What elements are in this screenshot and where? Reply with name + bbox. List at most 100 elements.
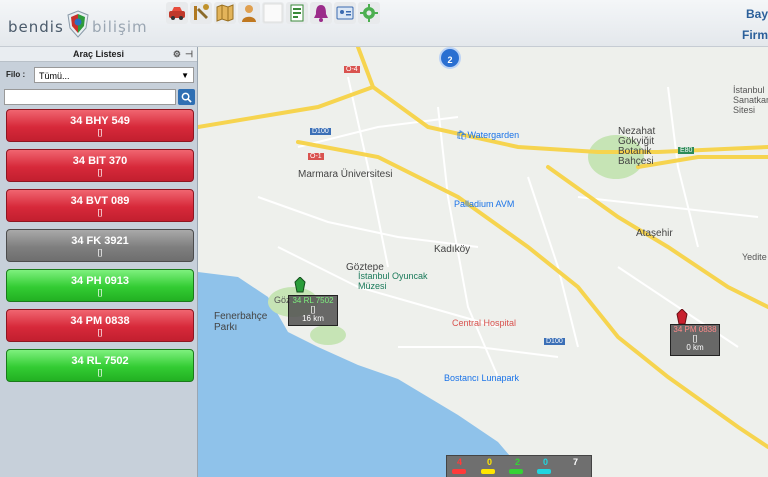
vehicle-plate: 34 FK 3921 (71, 235, 129, 247)
fleet-filter: Filo : Tümü... ▼ (4, 67, 194, 83)
blank-button[interactable] (262, 2, 284, 24)
map-label: İstanbul Sanatkarlar Sitesi (733, 85, 768, 115)
map-label: Ataşehir (636, 228, 673, 239)
map-view[interactable]: Marmara Üniversitesi Kadıköy Göztepe Ata… (198, 47, 768, 477)
green-car-icon (509, 469, 523, 474)
app-header: bendis bilişim Bay Firm (0, 0, 768, 47)
vehicles-button[interactable] (166, 2, 188, 24)
poi-bostanci-lunapark[interactable]: Bostancı Lunapark (444, 373, 519, 383)
vehicle-item[interactable]: 34 PM 0838[] (6, 309, 194, 342)
report-icon (290, 4, 304, 22)
legend-count-yellow: 0 (487, 457, 493, 467)
vehicle-info-box[interactable]: 34 RL 7502 [] 16 km (288, 295, 338, 326)
vehicle-sub: [] (97, 328, 103, 337)
cyan-car-icon (537, 469, 551, 474)
map-base (198, 47, 768, 477)
map-label: Fenerbahçe Parkı (214, 311, 268, 333)
status-legend: 4 0 2 0 7 (446, 455, 592, 477)
yellow-car-icon (481, 469, 495, 474)
red-car-icon (452, 469, 466, 474)
vehicle-sub: [] (97, 368, 103, 377)
vehicle-info-box[interactable]: 34 PM 0838 [] 0 km (670, 324, 720, 356)
vehicle-plate: 34 BVT 089 (70, 195, 130, 207)
map-label: Marmara Üniversitesi (298, 169, 393, 180)
alarms-button[interactable] (310, 2, 332, 24)
tools-icon (194, 4, 209, 20)
vehicle-search (4, 89, 195, 105)
vehicle-item[interactable]: 34 BIT 370[] (6, 149, 194, 182)
vehicle-sub: [] (97, 128, 103, 137)
vehicle-plate: 34 PH 0913 (70, 275, 130, 287)
vehicle-box-sub: [] (692, 334, 698, 343)
legend-count-cyan: 0 (543, 457, 549, 467)
bendis-logo[interactable]: bendis bilişim (8, 8, 158, 40)
vehicle-list-panel: Araç Listesi ⚙ ⊣ Filo : Tümü... ▼ 34 BHY… (0, 47, 198, 477)
main-toolbar (166, 2, 380, 24)
vehicle-sub: [] (97, 248, 103, 257)
header-user-text: Bay (745, 7, 768, 21)
vehicle-item[interactable]: 34 FK 3921[] (6, 229, 194, 262)
map-label: Nezahat Gökyiğit Botanik Bahçesi (618, 126, 656, 167)
vehicle-cluster-marker[interactable]: 2 (439, 47, 461, 69)
fleet-selected-value: Tümü... (39, 71, 70, 81)
panel-pin-icon[interactable]: ⊣ (185, 47, 193, 61)
road-shield: D100 (310, 128, 331, 135)
vehicle-sub: [] (97, 208, 103, 217)
drivers-button[interactable] (238, 2, 260, 24)
legend-count-green: 2 (515, 457, 521, 467)
poi-watergarden[interactable]: 🛍Watergarden (456, 130, 519, 141)
road-o1 (198, 85, 375, 129)
cards-button[interactable] (334, 2, 356, 24)
shopping-icon: 🛍 (456, 130, 468, 140)
poi-oyuncak-muzesi[interactable]: İstanbul Oyuncak Müzesi (358, 271, 438, 291)
vehicle-list: 34 BHY 549[] 34 BIT 370[] 34 BVT 089[] 3… (6, 109, 194, 389)
driver-icon (242, 5, 256, 22)
logo-text-left: bendis (8, 18, 64, 36)
road-shield: O-4 (344, 66, 360, 73)
vehicle-item[interactable]: 34 BHY 549[] (6, 109, 194, 142)
settings-button[interactable] (358, 2, 380, 24)
search-icon (181, 92, 192, 103)
search-input[interactable] (4, 89, 176, 105)
poi-central-hospital[interactable]: Central Hospital (452, 318, 516, 328)
alarm-bell-icon (314, 5, 328, 22)
vehicle-item[interactable]: 34 PH 0913[] (6, 269, 194, 302)
vehicle-plate: 34 RL 7502 (71, 355, 129, 367)
vehicle-sub: [] (97, 288, 103, 297)
vehicle-box-plate: 34 PM 0838 (673, 325, 717, 334)
chevron-down-icon: ▼ (181, 71, 189, 80)
header-firm-text: Firm (741, 28, 768, 42)
vehicle-item[interactable]: 34 RL 7502[] (6, 349, 194, 382)
maintenance-button[interactable] (190, 2, 212, 24)
road-o4 (356, 47, 768, 154)
car-marker-icon[interactable] (294, 277, 306, 293)
vehicle-plate: 34 BHY 549 (70, 115, 130, 127)
legend-count-total: 7 (573, 457, 579, 467)
road-shield: O-1 (308, 153, 324, 160)
vehicle-box-distance: 0 km (686, 343, 704, 352)
road-shield: E80 (678, 147, 695, 154)
logo-text-right: bilişim (92, 18, 148, 36)
legend-count-red: 4 (457, 457, 463, 467)
map-icon (216, 4, 234, 22)
map-button[interactable] (214, 2, 236, 24)
road-shield: D100 (544, 338, 565, 345)
vehicle-box-sub: [] (310, 305, 316, 314)
logo-shield-icon (67, 10, 89, 38)
search-button[interactable] (178, 89, 195, 105)
vehicle-plate: 34 BIT 370 (72, 155, 128, 167)
vehicle-box-distance: 16 km (302, 314, 324, 323)
fleet-label: Filo : (6, 70, 26, 79)
reports-button[interactable] (286, 2, 308, 24)
vehicle-item[interactable]: 34 BVT 089[] (6, 189, 194, 222)
vehicle-box-plate: 34 RL 7502 (292, 296, 334, 305)
map-label: Kadıköy (434, 244, 471, 255)
car-marker-icon[interactable] (676, 309, 688, 325)
fleet-select[interactable]: Tümü... ▼ (34, 67, 194, 83)
panel-title: Araç Listesi (72, 49, 125, 59)
park-area (310, 325, 346, 345)
id-card-icon (336, 6, 354, 20)
panel-settings-icon[interactable]: ⚙ (173, 47, 181, 61)
panel-title-bar: Araç Listesi ⚙ ⊣ (0, 47, 197, 62)
poi-palladium[interactable]: Palladium AVM (454, 199, 514, 209)
